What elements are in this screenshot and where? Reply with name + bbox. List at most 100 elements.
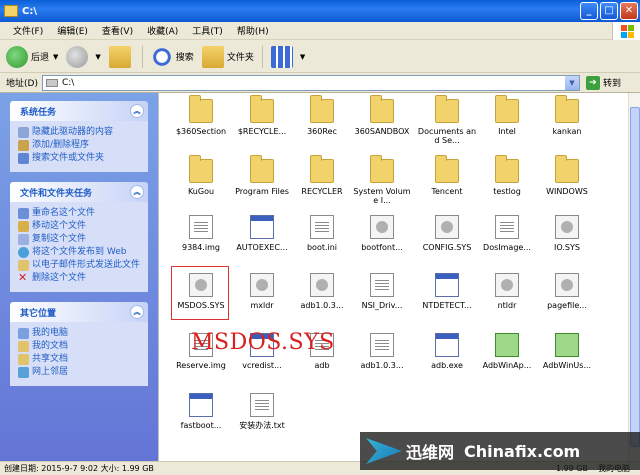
minimize-button[interactable]: _ xyxy=(580,2,598,20)
chevron-down-icon[interactable]: ▼ xyxy=(95,53,100,61)
collapse-icon[interactable]: ︽ xyxy=(130,185,144,199)
file-item[interactable]: RECYCLER xyxy=(292,155,352,196)
file-item[interactable]: Documents and Se... xyxy=(417,95,477,145)
task-publish-web[interactable]: 将这个文件发布到 Web xyxy=(18,247,142,258)
file-name: adb1.0.3... xyxy=(300,301,344,310)
other-places-header[interactable]: 其它位置 ︽ xyxy=(10,302,148,322)
file-item[interactable]: adb.exe xyxy=(417,333,477,370)
address-input[interactable]: C:\ ▼ xyxy=(41,74,580,91)
file-icon xyxy=(555,273,579,297)
watermark-en: Chinafix.com xyxy=(464,441,581,461)
file-item[interactable]: AdbWinUs... xyxy=(537,333,597,370)
go-button[interactable]: ➔ 转到 xyxy=(585,75,621,90)
file-item[interactable]: $RECYCLE... xyxy=(232,95,292,136)
place-shared-documents[interactable]: 共享文档 xyxy=(18,354,142,365)
task-delete[interactable]: ✕ 删除这个文件 xyxy=(18,272,142,284)
menu-help[interactable]: 帮助(H) xyxy=(230,24,276,37)
close-button[interactable]: ✕ xyxy=(620,2,638,20)
file-item[interactable]: adb1.0.3... xyxy=(352,333,412,370)
go-label: 转到 xyxy=(602,79,621,89)
email-icon xyxy=(18,260,29,271)
chevron-down-icon[interactable]: ▼ xyxy=(300,53,305,61)
scrollbar-thumb[interactable] xyxy=(630,107,640,447)
task-rename[interactable]: 重命名这个文件 xyxy=(18,208,142,219)
file-item[interactable]: System Volume I... xyxy=(352,155,412,205)
task-search-files[interactable]: 搜索文件或文件夹 xyxy=(18,153,142,164)
collapse-icon[interactable]: ︽ xyxy=(130,104,144,118)
file-name: Program Files xyxy=(235,187,289,196)
folder-icon xyxy=(495,155,519,183)
file-name: vcredist... xyxy=(242,361,282,370)
file-item[interactable]: 9384.img xyxy=(171,215,231,252)
up-folder-button[interactable] xyxy=(108,45,134,68)
move-icon xyxy=(18,221,29,232)
place-my-computer[interactable]: 我的电脑 xyxy=(18,328,142,339)
folders-label: 文件夹 xyxy=(226,53,254,63)
folders-button[interactable]: 文件夹 xyxy=(201,45,254,68)
file-item[interactable]: bootfont... xyxy=(352,215,412,252)
folder-icon xyxy=(310,155,334,183)
file-item[interactable]: Tencent xyxy=(417,155,477,196)
file-item[interactable]: 安装办法.txt xyxy=(232,393,292,430)
task-move[interactable]: 移动这个文件 xyxy=(18,221,142,232)
views-button[interactable]: ▼ xyxy=(270,45,305,68)
file-name: AdbWinUs... xyxy=(542,361,592,370)
chevron-down-icon[interactable]: ▼ xyxy=(564,75,579,90)
file-item[interactable]: AdbWinAp... xyxy=(477,333,537,370)
system-tasks-title: 系统任务 xyxy=(20,107,57,118)
file-name: adb xyxy=(314,361,330,370)
file-name: testlog xyxy=(493,187,521,196)
task-copy[interactable]: 复制这个文件 xyxy=(18,234,142,245)
maximize-button[interactable]: □ xyxy=(600,2,618,20)
place-my-documents[interactable]: 我的文档 xyxy=(18,341,142,352)
file-icon xyxy=(250,273,274,297)
menu-edit[interactable]: 编辑(E) xyxy=(50,24,95,37)
file-item[interactable]: $360Section xyxy=(171,95,231,136)
file-item[interactable]: fastboot... xyxy=(171,393,231,430)
collapse-icon[interactable]: ︽ xyxy=(130,305,144,319)
menu-favorites[interactable]: 收藏(A) xyxy=(140,24,185,37)
file-item[interactable]: NSI_Driv... xyxy=(352,273,412,310)
file-item[interactable]: KuGou xyxy=(171,155,231,196)
file-name: KuGou xyxy=(187,187,215,196)
forward-button[interactable]: ▼ xyxy=(66,45,101,68)
file-item[interactable]: 360Rec xyxy=(292,95,352,136)
file-item[interactable]: pagefile... xyxy=(537,273,597,310)
file-item[interactable]: testlog xyxy=(477,155,537,196)
back-button[interactable]: 后退 ▼ xyxy=(6,45,58,68)
menu-view[interactable]: 查看(V) xyxy=(95,24,140,37)
file-item[interactable]: Program Files xyxy=(232,155,292,196)
file-item[interactable]: kankan xyxy=(537,95,597,136)
task-email[interactable]: 以电子邮件形式发送此文件 xyxy=(18,260,142,271)
task-add-remove-programs[interactable]: 添加/删除程序 xyxy=(18,140,142,151)
file-item[interactable]: CONFIG.SYS xyxy=(417,215,477,252)
file-item[interactable]: WINDOWS xyxy=(537,155,597,196)
menu-tools[interactable]: 工具(T) xyxy=(185,24,230,37)
file-name: pagefile... xyxy=(547,301,587,310)
vertical-scrollbar[interactable] xyxy=(628,93,640,461)
file-name: kankan xyxy=(552,127,582,136)
forward-arrow-icon xyxy=(66,45,89,68)
task-hide-drive[interactable]: 隐藏此驱动器的内容 xyxy=(18,127,142,138)
file-item[interactable]: 360SANDBOX xyxy=(352,95,412,136)
task-pane: 系统任务 ︽ 隐藏此驱动器的内容 添加/删除程序 搜索文件或文件夹 文件和文件夹… xyxy=(0,93,158,461)
file-item[interactable]: AUTOEXEC... xyxy=(232,215,292,252)
chevron-down-icon[interactable]: ▼ xyxy=(53,53,58,61)
file-item[interactable]: adb1.0.3... xyxy=(292,273,352,310)
file-item[interactable]: Intel xyxy=(477,95,537,136)
file-item[interactable]: ntldr xyxy=(477,273,537,310)
menu-file[interactable]: 文件(F) xyxy=(6,24,50,37)
file-item[interactable]: boot.ini xyxy=(292,215,352,252)
place-network[interactable]: 网上邻居 xyxy=(18,367,142,378)
file-name: $360Section xyxy=(175,127,227,136)
file-item[interactable]: mxldr xyxy=(232,273,292,310)
system-tasks-header[interactable]: 系统任务 ︽ xyxy=(10,101,148,121)
file-name: DosImage... xyxy=(483,243,531,252)
file-item[interactable]: NTDETECT... xyxy=(417,273,477,310)
file-item[interactable]: IO.SYS xyxy=(537,215,597,252)
search-button[interactable]: 搜索 xyxy=(150,45,194,68)
file-name: Tencent xyxy=(431,187,463,196)
folder-icon xyxy=(555,155,579,183)
file-item[interactable]: DosImage... xyxy=(477,215,537,252)
file-tasks-header[interactable]: 文件和文件夹任务 ︽ xyxy=(10,182,148,202)
